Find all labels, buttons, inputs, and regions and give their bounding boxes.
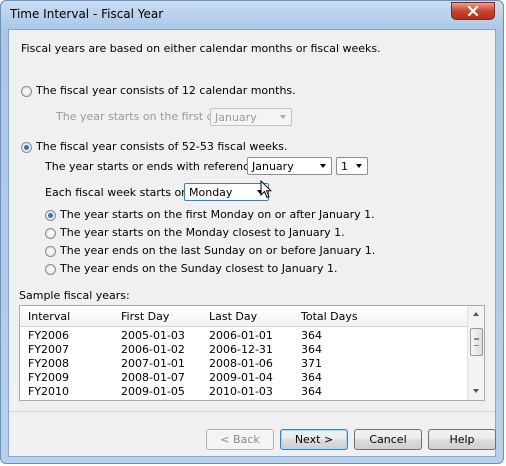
cell-first-day: 2007-01-01 [121,357,185,370]
cell-interval: FY2008 [28,357,70,370]
scroll-down-icon[interactable] [468,383,484,400]
cell-last-day: 2010-01-03 [209,385,273,398]
column-header-interval[interactable]: Interval [28,310,70,323]
chevron-down-icon [280,115,286,119]
calendar-month-value: January [215,111,257,124]
help-button[interactable]: Help [428,429,496,450]
week-start-label: Each fiscal week starts on a [45,186,199,199]
close-button[interactable] [451,2,495,20]
cell-interval: FY2006 [28,329,70,342]
cell-last-day: 2006-01-01 [209,329,273,342]
intro-text: Fiscal years are based on either calenda… [21,42,381,55]
rule-label-1: The year starts on the first Monday on o… [60,208,375,221]
cell-first-day: 2009-01-05 [121,385,185,398]
chevron-down-icon [320,164,326,168]
sample-label: Sample fiscal years: [19,289,130,302]
cell-total-days: 364 [301,371,322,384]
table-row[interactable]: FY2009 2008-01-07 2009-01-04 364 [20,371,467,385]
radio-fiscal-weeks-label: The fiscal year consists of 52-53 fiscal… [36,140,288,153]
column-header-total-days[interactable]: Total Days [301,310,358,323]
chevron-down-icon [356,164,362,168]
column-header-last-day[interactable]: Last Day [209,310,257,323]
cell-interval: FY2007 [28,343,70,356]
cell-interval: FY2010 [28,385,70,398]
rule-label-3: The year ends on the last Sunday on or b… [60,244,376,257]
cell-last-day: 2008-01-06 [209,357,273,370]
table-row[interactable]: FY2007 2006-01-02 2006-12-31 364 [20,343,467,357]
sample-fiscal-years-table[interactable]: Interval First Day Last Day Total Days F… [19,305,485,401]
reference-label: The year starts or ends with reference t… [45,160,271,173]
cancel-button[interactable]: Cancel [354,429,422,450]
column-header-first-day[interactable]: First Day [121,310,169,323]
cell-total-days: 364 [301,385,322,398]
radio-calendar-months-label: The fiscal year consists of 12 calendar … [36,84,296,97]
mouse-cursor-icon [260,180,272,199]
reference-month-value: January [252,160,294,173]
table-row[interactable]: FY2006 2005-01-03 2006-01-01 364 [20,329,467,343]
table-scrollbar[interactable] [467,306,484,400]
radio-rule-sunday-closest[interactable] [45,264,56,275]
dialog-window: Time Interval - Fiscal Year Fiscal years… [0,0,504,464]
rule-label-4: The year ends on the Sunday closest to J… [60,262,338,275]
reference-month-select[interactable]: January [247,157,332,175]
radio-calendar-months[interactable] [21,86,32,97]
next-button[interactable]: Next > [280,429,348,450]
title-bar[interactable]: Time Interval - Fiscal Year [1,1,503,29]
radio-rule-first-monday-after[interactable] [45,210,56,221]
reference-day-value: 1 [341,160,348,173]
rule-label-2: The year starts on the Monday closest to… [60,226,345,239]
week-start-day-value: Monday [189,186,233,199]
cell-first-day: 2006-01-02 [121,343,185,356]
radio-rule-monday-closest[interactable] [45,228,56,239]
window-title: Time Interval - Fiscal Year [10,7,164,21]
cell-total-days: 364 [301,329,322,342]
cell-first-day: 2008-01-07 [121,371,185,384]
dialog-content: Fiscal years are based on either calenda… [8,29,496,457]
cell-total-days: 371 [301,357,322,370]
scroll-up-icon[interactable] [468,306,484,323]
cell-interval: FY2009 [28,371,70,384]
cell-first-day: 2005-01-03 [121,329,185,342]
back-button[interactable]: < Back [206,429,274,450]
table-row[interactable]: FY2010 2009-01-05 2010-01-03 364 [20,385,467,399]
table-header: Interval First Day Last Day Total Days [20,306,467,327]
week-start-day-select[interactable]: Monday [184,183,269,201]
radio-rule-last-sunday-before[interactable] [45,246,56,257]
divider [9,411,495,412]
cell-total-days: 364 [301,343,322,356]
scrollbar-thumb[interactable] [470,328,483,356]
calendar-month-select[interactable]: January [210,108,292,126]
radio-fiscal-weeks[interactable] [21,142,32,153]
table-row[interactable]: FY2008 2007-01-01 2008-01-06 371 [20,357,467,371]
reference-day-select[interactable]: 1 [336,157,368,175]
cell-last-day: 2009-01-04 [209,371,273,384]
cell-last-day: 2006-12-31 [209,343,273,356]
close-icon [467,6,479,16]
